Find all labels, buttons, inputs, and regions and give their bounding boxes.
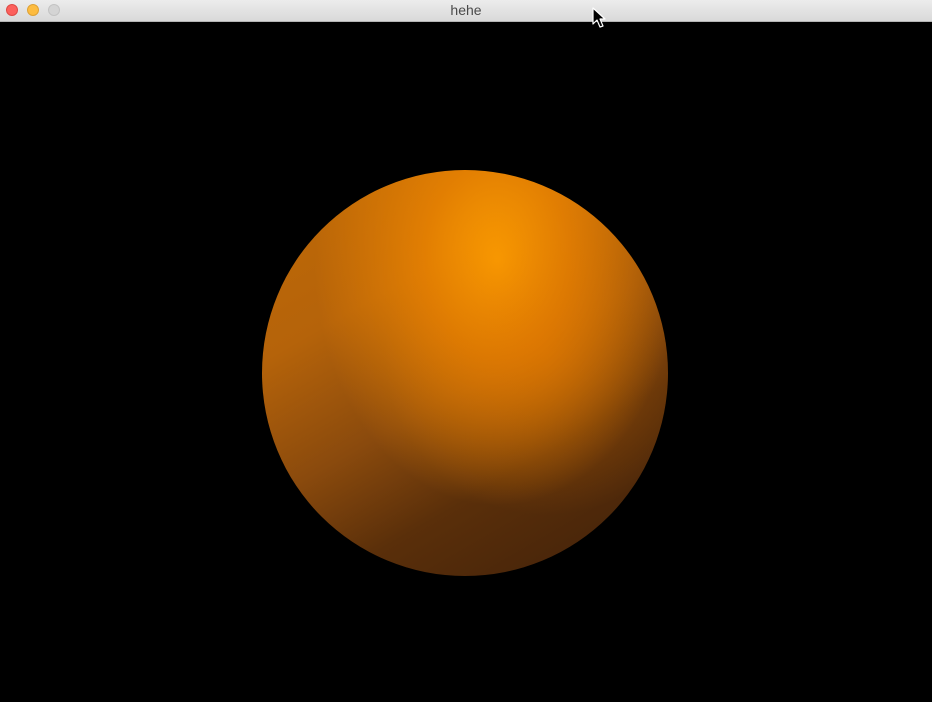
cursor-icon <box>592 7 606 28</box>
window-title: hehe <box>450 2 482 18</box>
title-bar[interactable]: hehe <box>0 0 932 22</box>
render-canvas[interactable] <box>0 22 932 702</box>
app-window: hehe <box>0 0 932 702</box>
rendered-sphere <box>262 170 668 576</box>
